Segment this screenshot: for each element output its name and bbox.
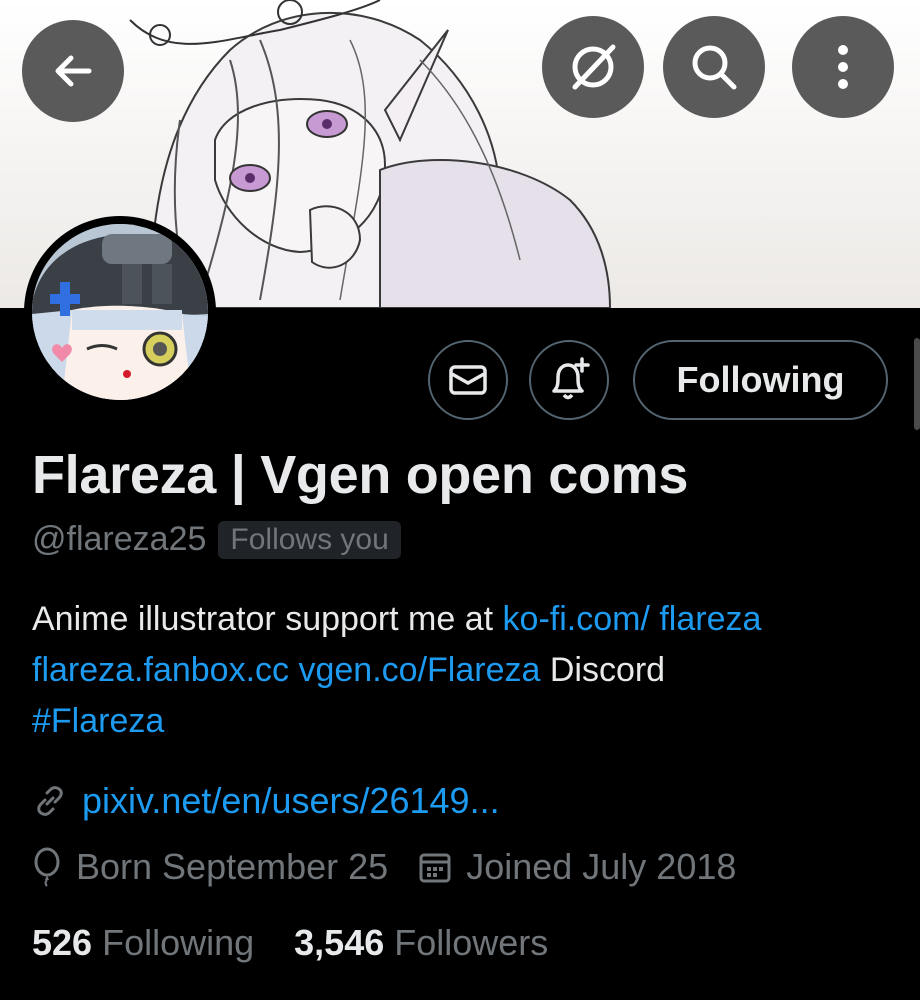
birthday-text: Born September 25: [76, 846, 389, 887]
bio-hashtag[interactable]: #Flareza: [32, 702, 164, 740]
profile-bio: Anime illustrator support me at ko-fi.co…: [32, 594, 902, 747]
message-button[interactable]: [428, 340, 508, 420]
scrollbar[interactable]: [914, 338, 920, 430]
bio-link-fanbox[interactable]: flareza.fanbox.cc: [32, 651, 289, 689]
bio-text-discord: Discord: [540, 651, 666, 689]
more-vertical-icon: [838, 45, 848, 89]
balloon-icon: [32, 847, 62, 887]
search-icon: [692, 45, 737, 90]
follow-stats: 526 Following 3,546 Followers: [32, 922, 548, 964]
block-button[interactable]: [542, 16, 644, 118]
website-link[interactable]: pixiv.net/en/users/26149...: [82, 780, 500, 822]
more-options-button[interactable]: [792, 16, 894, 118]
bio-link-kofi[interactable]: ko-fi.com/ flareza: [503, 600, 762, 638]
bio-text: Anime illustrator support me at: [32, 600, 503, 638]
circle-slash-icon: [572, 44, 616, 90]
calendar-icon: [418, 850, 452, 884]
following-button[interactable]: Following: [633, 340, 888, 420]
followers-stat[interactable]: 3,546 Followers: [294, 922, 548, 964]
joined-text: Joined July 2018: [466, 846, 737, 887]
search-button[interactable]: [663, 16, 765, 118]
arrow-left-icon: [55, 55, 92, 87]
website-row: pixiv.net/en/users/26149...: [32, 780, 500, 822]
display-name: Flareza | Vgen open coms: [32, 445, 689, 505]
handle-row: @flareza25 Follows you: [32, 520, 401, 559]
bell-plus-icon: [552, 357, 590, 400]
user-handle: @flareza25: [32, 520, 207, 558]
back-button[interactable]: [22, 20, 124, 122]
notifications-button[interactable]: [529, 340, 609, 420]
avatar-image: [32, 224, 208, 400]
following-label: Following: [102, 922, 255, 963]
follows-you-badge: Follows you: [218, 520, 401, 559]
dates-row: Born September 25 Joined July 2018: [32, 846, 736, 888]
envelope-icon: [449, 365, 487, 395]
following-count: 526: [32, 922, 93, 963]
followers-label: Followers: [394, 922, 549, 963]
avatar[interactable]: [24, 216, 216, 408]
bio-link-vgen[interactable]: vgen.co/Flareza: [298, 651, 540, 689]
following-stat[interactable]: 526 Following: [32, 922, 254, 964]
followers-count: 3,546: [294, 922, 385, 963]
link-icon: [32, 783, 68, 819]
